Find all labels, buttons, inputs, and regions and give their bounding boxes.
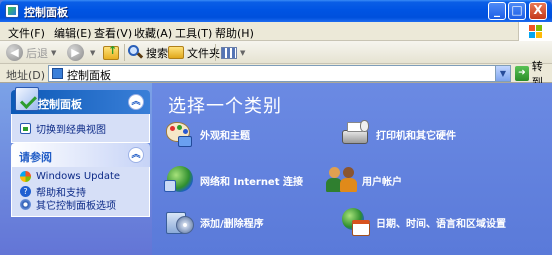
control-panel-section-header[interactable]: 控制面板 ︽	[11, 87, 150, 114]
collapse-chevron-icon[interactable]: ︽	[128, 94, 144, 110]
up-folder-icon: ↑	[103, 44, 119, 60]
switch-to-classic-view-link[interactable]: 切换到经典视图	[20, 121, 106, 136]
menu-view[interactable]: 查看(V)	[94, 25, 132, 41]
maximize-button[interactable]: □	[508, 2, 526, 20]
other-options-link[interactable]: 其它控制面板选项	[20, 197, 116, 212]
address-value: 控制面板	[67, 69, 111, 82]
other-options-label: 其它控制面板选项	[36, 201, 116, 212]
printers-hardware-icon	[340, 118, 372, 150]
address-label: 地址(D)	[6, 69, 46, 82]
appearance-themes-icon	[164, 118, 196, 150]
views-button[interactable]: ▼	[221, 44, 245, 61]
category-label: 用户帐户	[362, 176, 402, 188]
page-title: 选择一个类别	[168, 96, 282, 117]
window-title: 控制面板	[24, 6, 68, 19]
category-label: 外观和主题	[200, 130, 250, 142]
collapse-chevron-icon[interactable]: ︽	[128, 147, 144, 163]
control-panel-section-body: 切换到经典视图	[11, 114, 150, 143]
date-time-language-icon	[340, 206, 372, 238]
control-panel-icon	[15, 87, 39, 111]
see-also-title: 请参阅	[19, 151, 52, 164]
category-date-time-language[interactable]: 日期、时间、语言和区域设置	[340, 206, 506, 238]
views-icon	[221, 46, 237, 59]
windows-update-icon	[20, 171, 31, 182]
folders-button[interactable]: 文件夹	[168, 44, 220, 61]
category-view: 选择一个类别 外观和主题 打印机和其它硬件 网络和 Internet 连接 用户…	[152, 83, 552, 255]
windows-update-label: Windows Update	[36, 171, 121, 182]
network-internet-icon	[164, 164, 196, 196]
chevron-down-icon: ▼	[90, 48, 96, 57]
category-appearance-themes[interactable]: 外观和主题	[164, 118, 250, 150]
address-bar: 地址(D) 控制面板 ▼ ➜ 转到	[0, 60, 552, 89]
menu-edit[interactable]: 编辑(E)	[54, 25, 92, 41]
menu-bar: 文件(F) 编辑(E) 查看(V) 收藏(A) 工具(T) 帮助(H)	[0, 22, 552, 41]
chevron-down-icon: ▼	[240, 48, 246, 57]
chevron-down-icon: ▼	[51, 48, 57, 57]
search-button[interactable]: 搜索	[128, 44, 168, 61]
folders-icon	[168, 46, 184, 59]
category-network-internet[interactable]: 网络和 Internet 连接	[164, 164, 303, 196]
forward-button[interactable]: ▶ ▼	[67, 44, 95, 61]
toolbar-separator	[124, 44, 125, 61]
title-bar: 控制面板 _ □ X	[0, 0, 552, 22]
control-panel-window-icon[interactable]	[5, 4, 19, 18]
windows-logo	[518, 22, 552, 41]
close-button[interactable]: X	[529, 2, 547, 20]
search-label: 搜索	[146, 46, 168, 60]
classic-view-icon	[20, 123, 31, 134]
user-accounts-icon	[326, 164, 358, 196]
search-icon	[128, 45, 144, 60]
switch-to-classic-view-label: 切换到经典视图	[36, 125, 106, 136]
menu-help[interactable]: 帮助(H)	[215, 25, 254, 41]
control-panel-section-title: 控制面板	[38, 98, 82, 111]
control-panel-icon	[52, 68, 63, 79]
task-pane: 控制面板 ︽ 切换到经典视图 请参阅 ︽ Windows Update ? 帮助…	[0, 83, 152, 255]
toolbar: ◀ 后退 ▼ ▶ ▼ ↑ 搜索 文件夹 ▼	[0, 41, 552, 64]
back-label: 后退	[26, 46, 48, 60]
category-add-remove-programs[interactable]: 添加/删除程序	[164, 206, 264, 238]
up-folder-button[interactable]: ↑	[103, 44, 119, 61]
help-icon: ?	[20, 186, 31, 197]
toolbar-separator	[215, 44, 216, 61]
category-label: 添加/删除程序	[200, 218, 264, 230]
address-dropdown-button[interactable]: ▼	[495, 66, 510, 81]
back-arrow-icon: ◀	[6, 44, 23, 61]
category-printers-hardware[interactable]: 打印机和其它硬件	[340, 118, 456, 150]
options-icon	[20, 199, 31, 210]
address-input[interactable]: 控制面板 ▼	[48, 65, 511, 82]
menu-favorites[interactable]: 收藏(A)	[134, 25, 172, 41]
add-remove-programs-icon	[164, 206, 196, 238]
menu-file[interactable]: 文件(F)	[8, 25, 45, 41]
go-arrow-icon: ➜	[515, 66, 529, 81]
category-label: 日期、时间、语言和区域设置	[376, 218, 506, 230]
see-also-section-header[interactable]: 请参阅 ︽	[11, 143, 150, 167]
go-button[interactable]: ➜ 转到	[515, 60, 552, 89]
back-button[interactable]: ◀ 后退 ▼	[6, 44, 56, 61]
menu-tools[interactable]: 工具(T)	[175, 25, 212, 41]
windows-update-link[interactable]: Windows Update	[20, 171, 120, 182]
minimize-button[interactable]: _	[488, 2, 506, 20]
see-also-section-body: Windows Update ? 帮助和支持 其它控制面板选项	[11, 167, 150, 217]
forward-arrow-icon: ▶	[67, 44, 84, 61]
category-label: 网络和 Internet 连接	[200, 176, 303, 188]
category-user-accounts[interactable]: 用户帐户	[326, 164, 402, 196]
category-label: 打印机和其它硬件	[376, 130, 456, 142]
